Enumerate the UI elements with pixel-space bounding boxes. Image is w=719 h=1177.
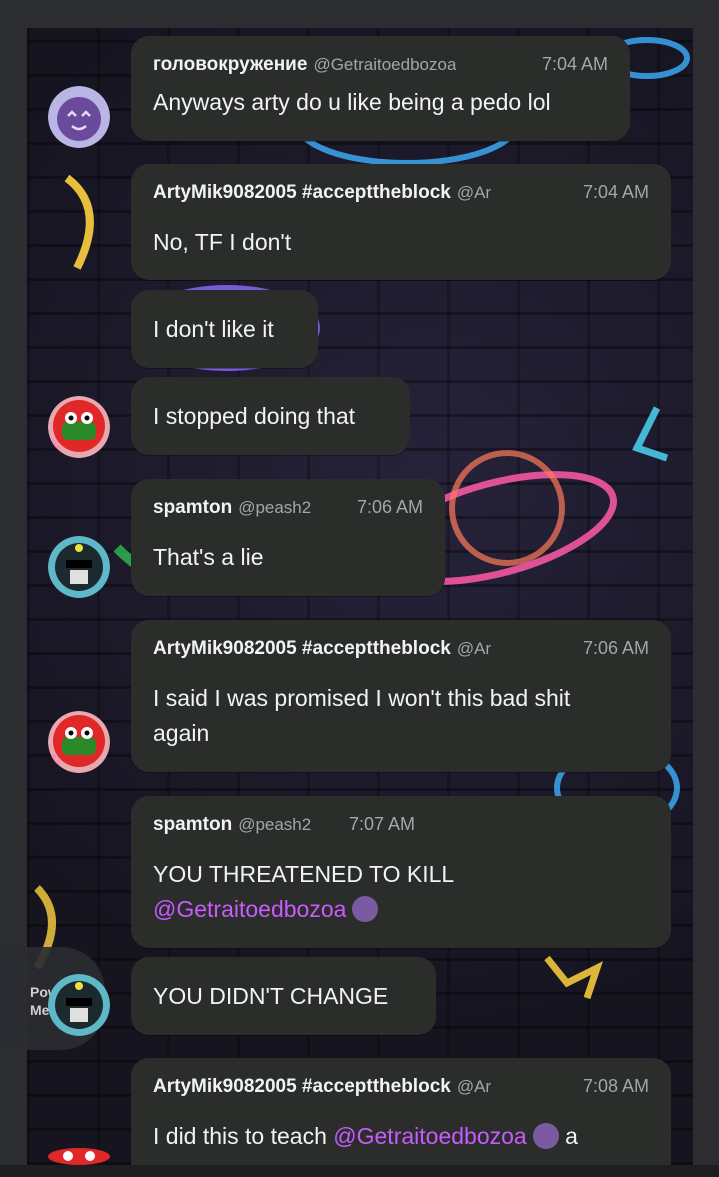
user-mention[interactable]: @Getraitoedbozoa <box>153 896 346 922</box>
avatar[interactable] <box>48 536 110 598</box>
timestamp: 7:06 AM <box>352 497 423 518</box>
red-creature-avatar-icon <box>48 1148 110 1165</box>
spamton-avatar-icon <box>48 974 110 1036</box>
author-name[interactable]: ArtyMik9082005 #accepttheblock <box>153 638 451 659</box>
author-name[interactable]: ArtyMik9082005 #accepttheblock <box>153 1076 451 1097</box>
author-handle[interactable]: @peash2 <box>238 815 311 834</box>
message-bubble[interactable]: spamton @peash2 7:06 AM That's a lie <box>131 479 445 596</box>
timestamp: 7:08 AM <box>578 1076 649 1097</box>
author-handle[interactable]: @Ar <box>457 1077 491 1096</box>
bottom-bar <box>0 1165 719 1177</box>
author-handle[interactable]: @Ar <box>457 183 491 202</box>
timestamp: 7:06 AM <box>578 638 649 659</box>
purple-face-emoji-icon <box>352 896 379 922</box>
avatar[interactable] <box>48 396 110 458</box>
message-text: Anyways arty do u like being a pedo lol <box>153 89 551 115</box>
message-bubble[interactable]: I don't like it <box>131 290 318 368</box>
avatar[interactable] <box>48 711 110 773</box>
message-header: ArtyMik9082005 #accepttheblock @Ar <box>153 182 551 204</box>
message-text-line: @Getraitoedbozoa <box>153 891 379 927</box>
message-header: ArtyMik9082005 #accepttheblock @Ar <box>153 638 551 660</box>
timestamp: 7:07 AM <box>345 814 416 835</box>
purple-face-avatar-icon <box>48 86 110 148</box>
author-handle[interactable]: @Getraitoedbozoa <box>313 55 456 74</box>
right-gutter <box>693 28 719 1165</box>
timestamp: 7:04 AM <box>537 54 608 75</box>
message-bubble[interactable]: ArtyMik9082005 #accepttheblock @Ar 7:08 A… <box>131 1058 671 1165</box>
red-creature-avatar-icon <box>48 396 110 458</box>
avatar[interactable] <box>48 1148 110 1165</box>
author-name[interactable]: spamton <box>153 497 232 518</box>
message-text-line: again <box>153 720 210 746</box>
author-name[interactable]: головокружение <box>153 54 307 75</box>
message-header: spamton @peash2 <box>153 497 311 519</box>
avatar[interactable] <box>48 974 110 1036</box>
message-bubble[interactable]: ArtyMik9082005 #accepttheblock @Ar 7:04 A… <box>131 164 671 280</box>
message-header: ArtyMik9082005 #accepttheblock @Ar <box>153 1076 551 1098</box>
timestamp: 7:04 AM <box>578 182 649 203</box>
message-text: YOU DIDN'T CHANGE <box>153 983 389 1009</box>
message-bubble[interactable]: ArtyMik9082005 #accepttheblock @Ar 7:06 A… <box>131 620 671 772</box>
message-bubble[interactable]: spamton @peash2 7:07 AM YOU THREATENED TO… <box>131 796 671 948</box>
spamton-avatar-icon <box>48 536 110 598</box>
message-text: I did this to teach @Getraitoedbozoa a <box>153 1118 578 1154</box>
message-bubble[interactable]: I stopped doing that <box>131 377 410 455</box>
message-text: That's a lie <box>153 544 264 570</box>
message-text-line: I said I was promised I won't this bad s… <box>153 685 571 711</box>
message-text-line: YOU THREATENED TO KILL <box>153 861 455 887</box>
avatar[interactable] <box>48 86 110 148</box>
message-header: головокружение @Getraitoedbozoa <box>153 54 456 76</box>
message-text: No, TF I don't <box>153 229 292 255</box>
message-bubble[interactable]: YOU DIDN'T CHANGE <box>131 957 436 1035</box>
message-text: I stopped doing that <box>153 403 356 429</box>
message-text-prefix: I did this to teach <box>153 1123 327 1149</box>
message-bubble[interactable]: головокружение @Getraitoedbozoa 7:04 AM A… <box>131 36 630 141</box>
message-text: I don't like it <box>153 316 274 342</box>
author-handle[interactable]: @Ar <box>457 639 491 658</box>
red-creature-avatar-icon <box>48 711 110 773</box>
user-mention[interactable]: @Getraitoedbozoa <box>333 1123 526 1149</box>
purple-face-emoji-icon <box>532 1123 559 1149</box>
message-header: spamton @peash2 <box>153 814 311 836</box>
top-bar <box>0 0 719 28</box>
author-handle[interactable]: @peash2 <box>238 498 311 517</box>
message-text-suffix: a <box>565 1123 578 1149</box>
author-name[interactable]: ArtyMik9082005 #accepttheblock <box>153 182 451 203</box>
author-name[interactable]: spamton <box>153 814 232 835</box>
